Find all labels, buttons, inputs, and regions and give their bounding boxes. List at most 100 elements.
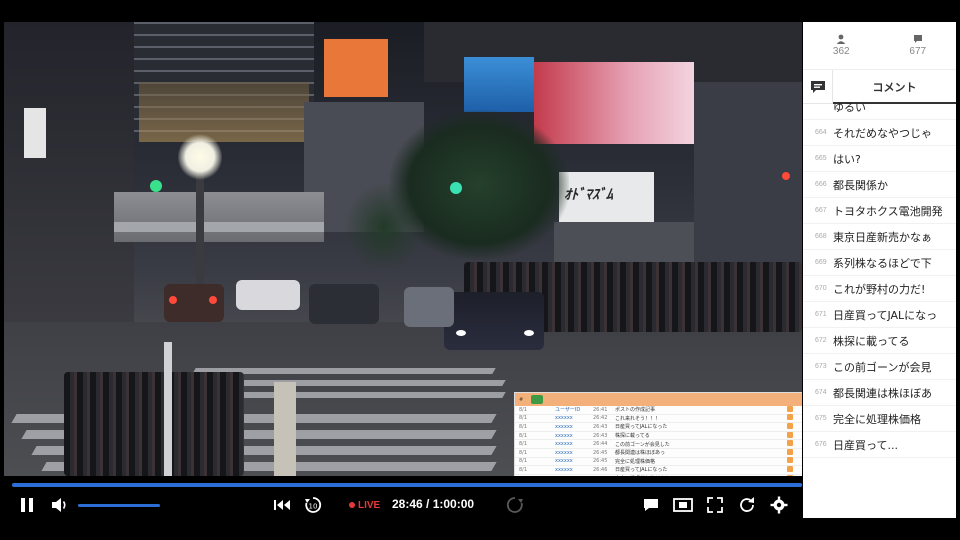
overlay-chat-cell: 26:41 [593, 406, 608, 413]
overlay-chat-cell: ユーザーID [555, 407, 581, 414]
tail-light [209, 296, 217, 304]
comment-sidebar: 362 677 コメント ゆるい 664 それだめなやつじゃ 665 はい? 666 都長関… [803, 22, 956, 518]
volume-icon[interactable] [50, 496, 70, 514]
comment-text: この前ゴーンが会見 [833, 360, 932, 374]
overlay-chat-cell: 都長関連は株ほぼあっ [615, 450, 666, 457]
overlay-chat-flag-icon [787, 422, 802, 431]
comment-text: 日産買って... [833, 438, 898, 452]
gear-icon[interactable] [768, 496, 790, 514]
overlay-chat-flag-icon [787, 405, 802, 414]
overlay-chat-cell: xxxxxx [555, 415, 573, 422]
overlay-chat-cell: 26:45 [593, 458, 608, 465]
overlay-chat-flag-icon [787, 465, 802, 474]
comment-count-value: 677 [909, 46, 927, 57]
overlay-chat-row: 8/1 xxxxxx 26:42 これ来れそう！！！ [515, 414, 802, 424]
comment-row[interactable]: 672 株探に載ってる [803, 328, 956, 354]
billboard-blue [464, 57, 534, 112]
comment-text: 都長関係か [833, 178, 888, 192]
comment-row[interactable]: 670 これが野村の力だ! [803, 276, 956, 302]
headlight [456, 330, 466, 336]
comment-number: 670 [815, 285, 827, 292]
seek-bar[interactable] [12, 483, 802, 487]
overlay-chat-cell: xxxxxx [555, 423, 573, 430]
crosswalk-stripe [202, 380, 506, 386]
comment-row[interactable]: 667 トヨタホクス電池開発 [803, 198, 956, 224]
comment-text: 日産買ってJALになっ [833, 308, 938, 322]
traffic-light-green [450, 182, 462, 194]
pause-icon[interactable] [18, 496, 36, 514]
theater-mode-icon[interactable] [672, 496, 694, 514]
tail-light [169, 296, 177, 304]
car [309, 284, 379, 324]
live-indicator: LIVE [349, 498, 380, 512]
tree [344, 182, 424, 272]
comment-number: 668 [815, 233, 827, 240]
overlay-chat-cell: 完全に処理株価格 [615, 458, 656, 465]
comment-icon [913, 35, 922, 43]
overlay-chat-cell: xxxxxx [555, 449, 573, 456]
car [404, 287, 454, 327]
forward-icon[interactable] [504, 496, 526, 514]
overlay-chat-cell: この前ゴーンが会見した [615, 441, 670, 448]
overlay-chat-cell: 26:46 [593, 466, 608, 473]
overlay-chat-row: 8/1 xxxxxx 26:46 日産買ってJALになった [515, 465, 802, 475]
comment-row[interactable]: 675 完全に処理株価格 [803, 406, 956, 432]
comment-text: トヨタホクス電池開発 [833, 204, 943, 218]
overlay-chat-cell: 日産買ってJALになった [615, 467, 668, 474]
comment-row[interactable]: 673 この前ゴーンが会見 [803, 354, 956, 380]
live-video[interactable]: ｵﾄﾞﾏｽﾞﾑ # 8/1 ユーザーID 26:41 ポストの作成記事 8/1 … [4, 22, 802, 476]
comment-list[interactable]: ゆるい 664 それだめなやつじゃ 665 はい? 666 都長関係か 667 トヨタホクス電池… [803, 94, 956, 458]
comment-row[interactable]: 671 日産買ってJALになっ [803, 302, 956, 328]
headlight [524, 330, 534, 336]
comment-number: 671 [815, 311, 827, 318]
comment-text: はい? [833, 152, 861, 166]
comment-number: 669 [815, 259, 827, 266]
comment-row[interactable]: ゆるい [803, 94, 956, 120]
player-frame: ｵﾄﾞﾏｽﾞﾑ # 8/1 ユーザーID 26:41 ポストの作成記事 8/1 … [0, 0, 960, 540]
reload-icon[interactable] [736, 496, 758, 514]
tab-comments[interactable]: コメント [833, 79, 956, 95]
comment-row[interactable]: 664 それだめなやつじゃ [803, 120, 956, 146]
overlay-chat-row: 8/1 xxxxxx 26:43 株探に載ってる [515, 431, 802, 441]
overlay-chat-badge [531, 395, 544, 404]
comment-row[interactable]: 669 系列株なるほどで下 [803, 250, 956, 276]
traffic-light-red [782, 172, 790, 180]
comment-number: 667 [815, 207, 827, 214]
fullscreen-icon[interactable] [704, 496, 726, 514]
crosswalk-stripe [212, 392, 506, 398]
time-display: 28:46 / 1:00:00 [392, 497, 475, 511]
comment-row[interactable]: 665 はい? [803, 146, 956, 172]
live-label: LIVE [358, 499, 381, 511]
building [4, 22, 134, 322]
skip-to-start-icon[interactable] [272, 496, 292, 514]
overlay-chat-cell: 26:42 [593, 415, 608, 422]
comment-number: 672 [815, 337, 827, 344]
overlay-chat-cell: 株探に載ってる [615, 433, 650, 440]
overlay-chat-cell: xxxxxx [555, 466, 573, 473]
volume-slider[interactable] [78, 504, 160, 507]
overlay-chat-header: # [515, 393, 802, 406]
chat-bubble-icon [810, 80, 825, 93]
bridge [114, 222, 324, 232]
overlay-chat-cell: xxxxxx [555, 458, 573, 465]
comment-text: 株探に載ってる [833, 334, 910, 348]
comment-text: 系列株なるほどで下 [833, 256, 932, 270]
comment-row[interactable]: 674 都長関連は株ほぼあ [803, 380, 956, 406]
comment-number: 673 [815, 363, 827, 370]
comment-row[interactable]: 666 都長関係か [803, 172, 956, 198]
sign-white [24, 108, 46, 158]
overlay-chat-cell: 8/1 [519, 432, 528, 439]
overlay-chat-flag-icon [787, 431, 802, 440]
comment-row[interactable]: 676 日産買って... [803, 432, 956, 458]
overlay-chat-header-no: # [519, 396, 524, 403]
billboard-lettering: ｵﾄﾞﾏｽﾞﾑ [564, 187, 613, 203]
rewind-10-icon[interactable]: 10 [302, 496, 324, 514]
comment-toggle-icon[interactable] [640, 496, 662, 514]
overlay-chat-cell: 8/1 [519, 415, 528, 422]
control-bar: 10 LIVE 28:46 / 1:00:00 [4, 476, 802, 520]
sign-pole [164, 342, 172, 476]
comment-row[interactable]: 668 東京日産新売かなぁ [803, 224, 956, 250]
overlay-chat-flag-icon [787, 414, 802, 422]
comment-text: これが野村の力だ! [833, 282, 926, 296]
crowd [64, 372, 244, 476]
